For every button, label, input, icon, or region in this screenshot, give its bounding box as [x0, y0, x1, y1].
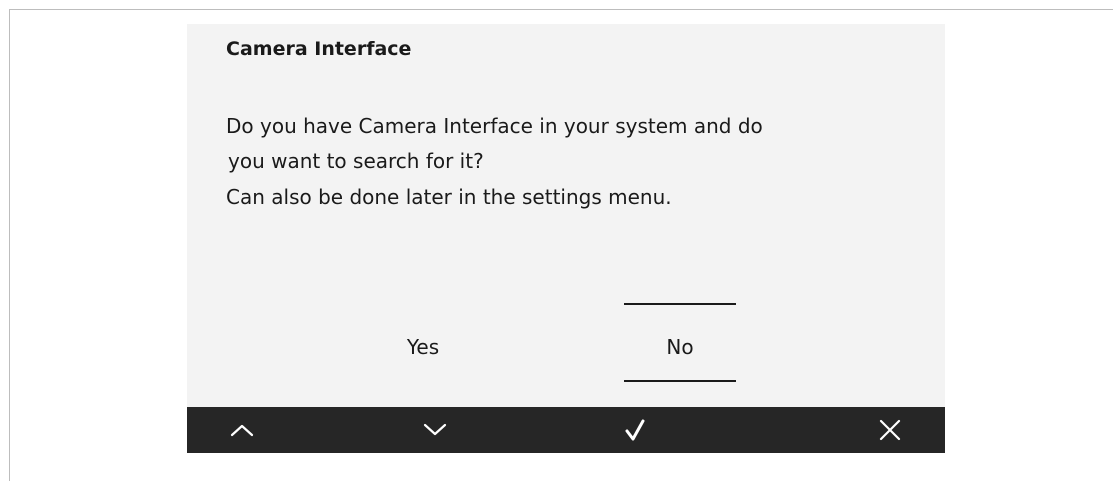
up-button[interactable]	[212, 407, 272, 453]
close-button[interactable]	[860, 407, 920, 453]
selection-indicator-top	[624, 303, 736, 305]
chevron-down-icon	[423, 423, 447, 436]
dialog-title: Camera Interface	[226, 38, 412, 60]
dialog-message-line-2: you want to search for it?	[228, 149, 484, 173]
frame-top-border	[9, 9, 1113, 10]
frame-left-border	[9, 9, 10, 481]
chevron-up-icon	[230, 424, 254, 437]
navigation-bar	[187, 407, 945, 453]
no-option[interactable]: No	[624, 335, 736, 359]
checkmark-icon	[625, 419, 645, 441]
yes-option[interactable]: Yes	[383, 335, 463, 359]
device-screen: Camera Interface Do you have Camera Inte…	[187, 24, 945, 453]
dialog-message-line-1: Do you have Camera Interface in your sys…	[226, 114, 763, 138]
down-button[interactable]	[405, 407, 465, 453]
dialog-message-line-3: Can also be done later in the settings m…	[226, 185, 672, 209]
close-icon	[879, 419, 901, 441]
selection-indicator-bottom	[624, 380, 736, 382]
confirm-button[interactable]	[605, 407, 665, 453]
